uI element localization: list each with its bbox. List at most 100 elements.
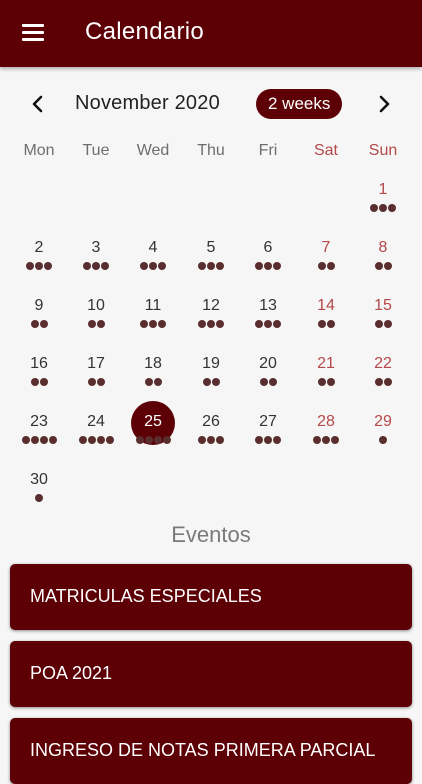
event-dot — [317, 378, 326, 386]
app-bar: Calendario — [0, 0, 422, 67]
event-dot — [26, 262, 34, 270]
calendar-day[interactable]: 28 — [297, 402, 355, 458]
event-label: INGRESO DE NOTAS PRIMERA PARCIAL — [30, 740, 376, 760]
day-number: 23 — [30, 413, 48, 430]
app-title: Calendario — [85, 18, 205, 45]
calendar-day[interactable]: 22 — [354, 344, 412, 400]
event-dot — [44, 262, 52, 270]
event-card[interactable]: MATRICULAS ESPECIALES — [10, 564, 412, 630]
event-dot — [149, 262, 157, 270]
calendar-day[interactable]: 19 — [182, 344, 240, 400]
event-dot — [30, 320, 39, 328]
weekday-label: Sun — [368, 142, 398, 159]
event-markers — [182, 436, 240, 446]
event-markers — [354, 378, 412, 388]
day-number: 3 — [91, 239, 101, 256]
calendar-day[interactable]: 17 — [67, 344, 125, 400]
calendar-day[interactable]: 24 — [67, 402, 125, 458]
day-number: 25 — [144, 413, 162, 430]
event-markers — [10, 320, 68, 330]
calendar-day[interactable]: 12 — [182, 286, 240, 342]
weekday-label: Thu — [197, 142, 225, 159]
event-markers — [239, 320, 297, 330]
day-number: 4 — [148, 239, 158, 256]
event-dot — [216, 436, 224, 444]
event-markers — [67, 262, 125, 272]
calendar-day[interactable]: 1 — [354, 170, 412, 226]
weekday-label: Mon — [23, 142, 55, 159]
calendar-day[interactable]: 16 — [10, 344, 68, 400]
calendar-day[interactable]: 25 — [124, 401, 182, 458]
day-number: 2 — [34, 239, 44, 256]
calendar-day[interactable]: 18 — [124, 344, 182, 400]
calendar-day[interactable]: 6 — [239, 228, 297, 284]
event-dot — [92, 262, 100, 270]
event-dot — [259, 378, 268, 386]
calendar-day[interactable]: 20 — [239, 344, 297, 400]
event-dot — [374, 378, 383, 386]
day-number: 28 — [317, 413, 335, 430]
event-dot — [317, 262, 326, 270]
event-dot — [30, 436, 39, 444]
weekday-label: Tue — [82, 142, 110, 159]
calendar-day[interactable]: 23 — [10, 402, 68, 458]
calendar-day[interactable]: 26 — [182, 402, 240, 458]
event-dot — [202, 378, 211, 386]
day-number: 20 — [259, 355, 277, 372]
event-card[interactable]: POA 2021 — [10, 641, 412, 707]
day-number: 9 — [34, 297, 44, 314]
calendar-day[interactable]: 5 — [182, 228, 240, 284]
event-dot — [264, 436, 272, 444]
weekday-label: Fri — [258, 142, 278, 159]
event-markers — [239, 378, 297, 388]
event-markers — [239, 436, 297, 446]
chevron-left-icon[interactable] — [28, 90, 48, 118]
day-number: 8 — [378, 239, 388, 256]
calendar-day[interactable]: 3 — [67, 228, 125, 284]
event-dot — [255, 320, 263, 328]
view-format-toggle[interactable]: 2 weeks — [256, 89, 343, 119]
events-title: Eventos — [171, 522, 251, 547]
event-markers — [182, 262, 240, 272]
menu-icon[interactable] — [22, 24, 44, 42]
calendar-day[interactable]: 9 — [10, 286, 68, 342]
day-number: 1 — [378, 181, 388, 198]
calendar-day[interactable]: 4 — [124, 228, 182, 284]
event-dot — [331, 436, 339, 444]
calendar-day[interactable]: 8 — [354, 228, 412, 284]
event-dot — [379, 204, 387, 212]
event-markers — [124, 262, 182, 272]
calendar-day[interactable]: 10 — [67, 286, 125, 342]
event-dot — [383, 320, 392, 328]
day-number: 27 — [259, 413, 277, 430]
calendar-day[interactable]: 29 — [354, 402, 412, 458]
event-dot — [149, 320, 157, 328]
calendar-day[interactable]: 27 — [239, 402, 297, 458]
calendar-day[interactable]: 30 — [10, 460, 68, 516]
calendar-day[interactable]: 21 — [297, 344, 355, 400]
calendar-day[interactable]: 14 — [297, 286, 355, 342]
event-markers — [10, 494, 68, 504]
event-card[interactable]: INGRESO DE NOTAS PRIMERA PARCIAL — [10, 718, 412, 784]
event-dot — [255, 262, 263, 270]
calendar-day[interactable]: 2 — [10, 228, 68, 284]
day-number: 5 — [206, 239, 216, 256]
calendar-day[interactable]: 11 — [124, 286, 182, 342]
calendar-header: November 2020 2 weeks — [0, 86, 422, 122]
weekday-row: Mon Tue Wed Thu Fri Sat Sun — [0, 142, 422, 164]
event-dot — [39, 378, 48, 386]
event-markers — [124, 320, 182, 330]
calendar-day[interactable]: 7 — [297, 228, 355, 284]
event-markers — [354, 320, 412, 330]
calendar-day[interactable]: 15 — [354, 286, 412, 342]
event-markers — [297, 320, 355, 330]
chevron-right-icon[interactable] — [374, 90, 394, 118]
event-dot — [374, 320, 383, 328]
day-number: 17 — [87, 355, 105, 372]
calendar-day[interactable]: 13 — [239, 286, 297, 342]
event-dot — [317, 320, 326, 328]
day-number: 19 — [202, 355, 220, 372]
event-markers — [297, 378, 355, 388]
day-number: 16 — [30, 355, 48, 372]
event-dot — [39, 320, 48, 328]
